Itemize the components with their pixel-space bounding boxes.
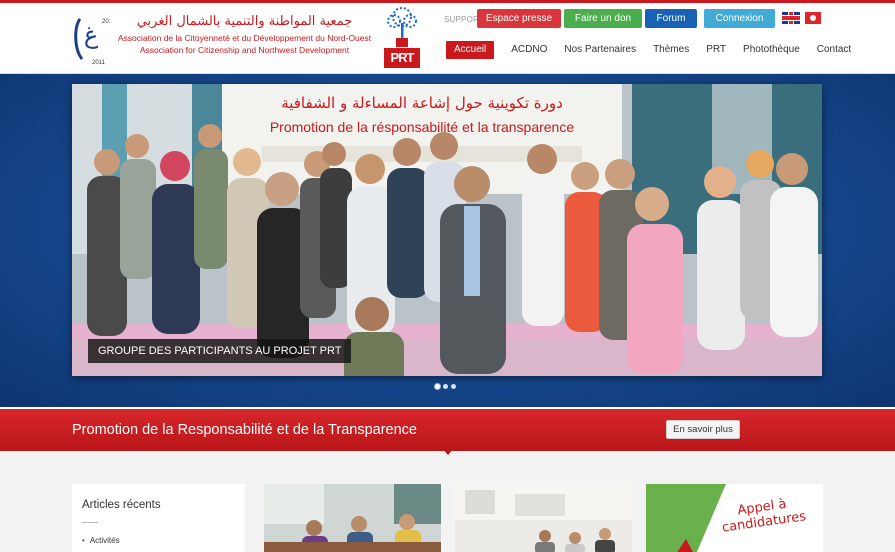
main-navigation: Accueil ACDNO Nos Partenaires Thèmes PRT… xyxy=(446,41,851,59)
svg-text:غ: غ xyxy=(84,21,99,49)
news-thumbnail-1[interactable] xyxy=(264,484,441,552)
nav-item-prt[interactable]: PRT xyxy=(706,41,726,59)
association-logo[interactable]: غ 2011 2011 xyxy=(72,9,110,67)
tunisia-flag-small-icon xyxy=(396,38,408,47)
connexion-button[interactable]: Connexion xyxy=(704,9,775,28)
faire-un-don-button[interactable]: Faire un don xyxy=(564,9,642,28)
slide-image[interactable]: دورة تكوينية حول إشاعة المساءلة و الشفاف… xyxy=(72,84,822,376)
nav-item-partenaires[interactable]: Nos Partenaires xyxy=(564,41,636,59)
promo-pointer-arrow xyxy=(443,449,453,455)
tunisia-flag-icon[interactable] xyxy=(805,12,821,24)
promo-banner: Promotion de la Responsabilité et de la … xyxy=(0,407,895,451)
title-divider xyxy=(82,522,98,523)
group-photo: دورة تكوينية حول إشاعة المساءلة و الشفاف… xyxy=(72,84,822,376)
svg-text:2011: 2011 xyxy=(102,19,110,25)
article-link[interactable]: Activités xyxy=(82,536,120,545)
slider-dot-1[interactable] xyxy=(435,384,440,389)
org-name-english: Association for Citizenship and Northwes… xyxy=(139,45,350,55)
nav-item-accueil[interactable]: Accueil xyxy=(446,41,495,59)
meeting-photo-1 xyxy=(264,484,441,552)
org-name-french: Association de la Citoyenneté et du Déve… xyxy=(117,33,372,43)
organization-name[interactable]: جمعية المواطنة والتنمية بالشمال الغربي A… xyxy=(112,14,377,56)
recent-articles-widget: Articles récents Activités xyxy=(72,484,245,552)
prt-logo-label: PRT xyxy=(384,48,420,68)
promo-title: Promotion de la Responsabilité et de la … xyxy=(72,422,417,438)
meeting-photo-2 xyxy=(455,484,632,552)
svg-text:دورة تكوينية حول إشاعة المساءل: دورة تكوينية حول إشاعة المساءلة و الشفاف… xyxy=(281,94,563,112)
slider-dot-3[interactable] xyxy=(451,384,456,389)
slider-dot-2[interactable] xyxy=(443,384,448,389)
org-name-arabic: جمعية المواطنة والتنمية بالشمال الغربي xyxy=(136,14,353,29)
appel-candidatures-thumbnail[interactable]: Appel à candidatures xyxy=(646,484,823,552)
slider-pagination xyxy=(435,384,459,389)
recent-articles-title: Articles récents xyxy=(82,499,161,511)
svg-text:2011: 2011 xyxy=(92,60,106,66)
forum-button[interactable]: Forum xyxy=(645,9,697,28)
english-flag-icon[interactable] xyxy=(782,12,800,24)
nav-item-phototheque[interactable]: Photothèque xyxy=(743,41,800,59)
nav-item-contact[interactable]: Contact xyxy=(817,41,851,59)
tree-icon xyxy=(387,7,417,39)
nav-item-themes[interactable]: Thèmes xyxy=(653,41,689,59)
slide-caption: GROUPE DES PARTICIPANTS AU PROJET PRT xyxy=(88,339,352,363)
news-thumbnail-2[interactable] xyxy=(455,484,632,552)
svg-text:Promotion de la résponsabilité: Promotion de la résponsabilité et la tra… xyxy=(270,119,575,135)
prt-logo[interactable]: PRT xyxy=(382,7,422,69)
site-header: غ 2011 2011 جمعية المواطنة والتنمية بالش… xyxy=(0,0,895,74)
nav-item-acdno[interactable]: ACDNO xyxy=(511,41,547,59)
en-savoir-plus-button[interactable]: En savoir plus xyxy=(666,420,740,439)
espace-presse-button[interactable]: Espace presse xyxy=(477,9,561,28)
